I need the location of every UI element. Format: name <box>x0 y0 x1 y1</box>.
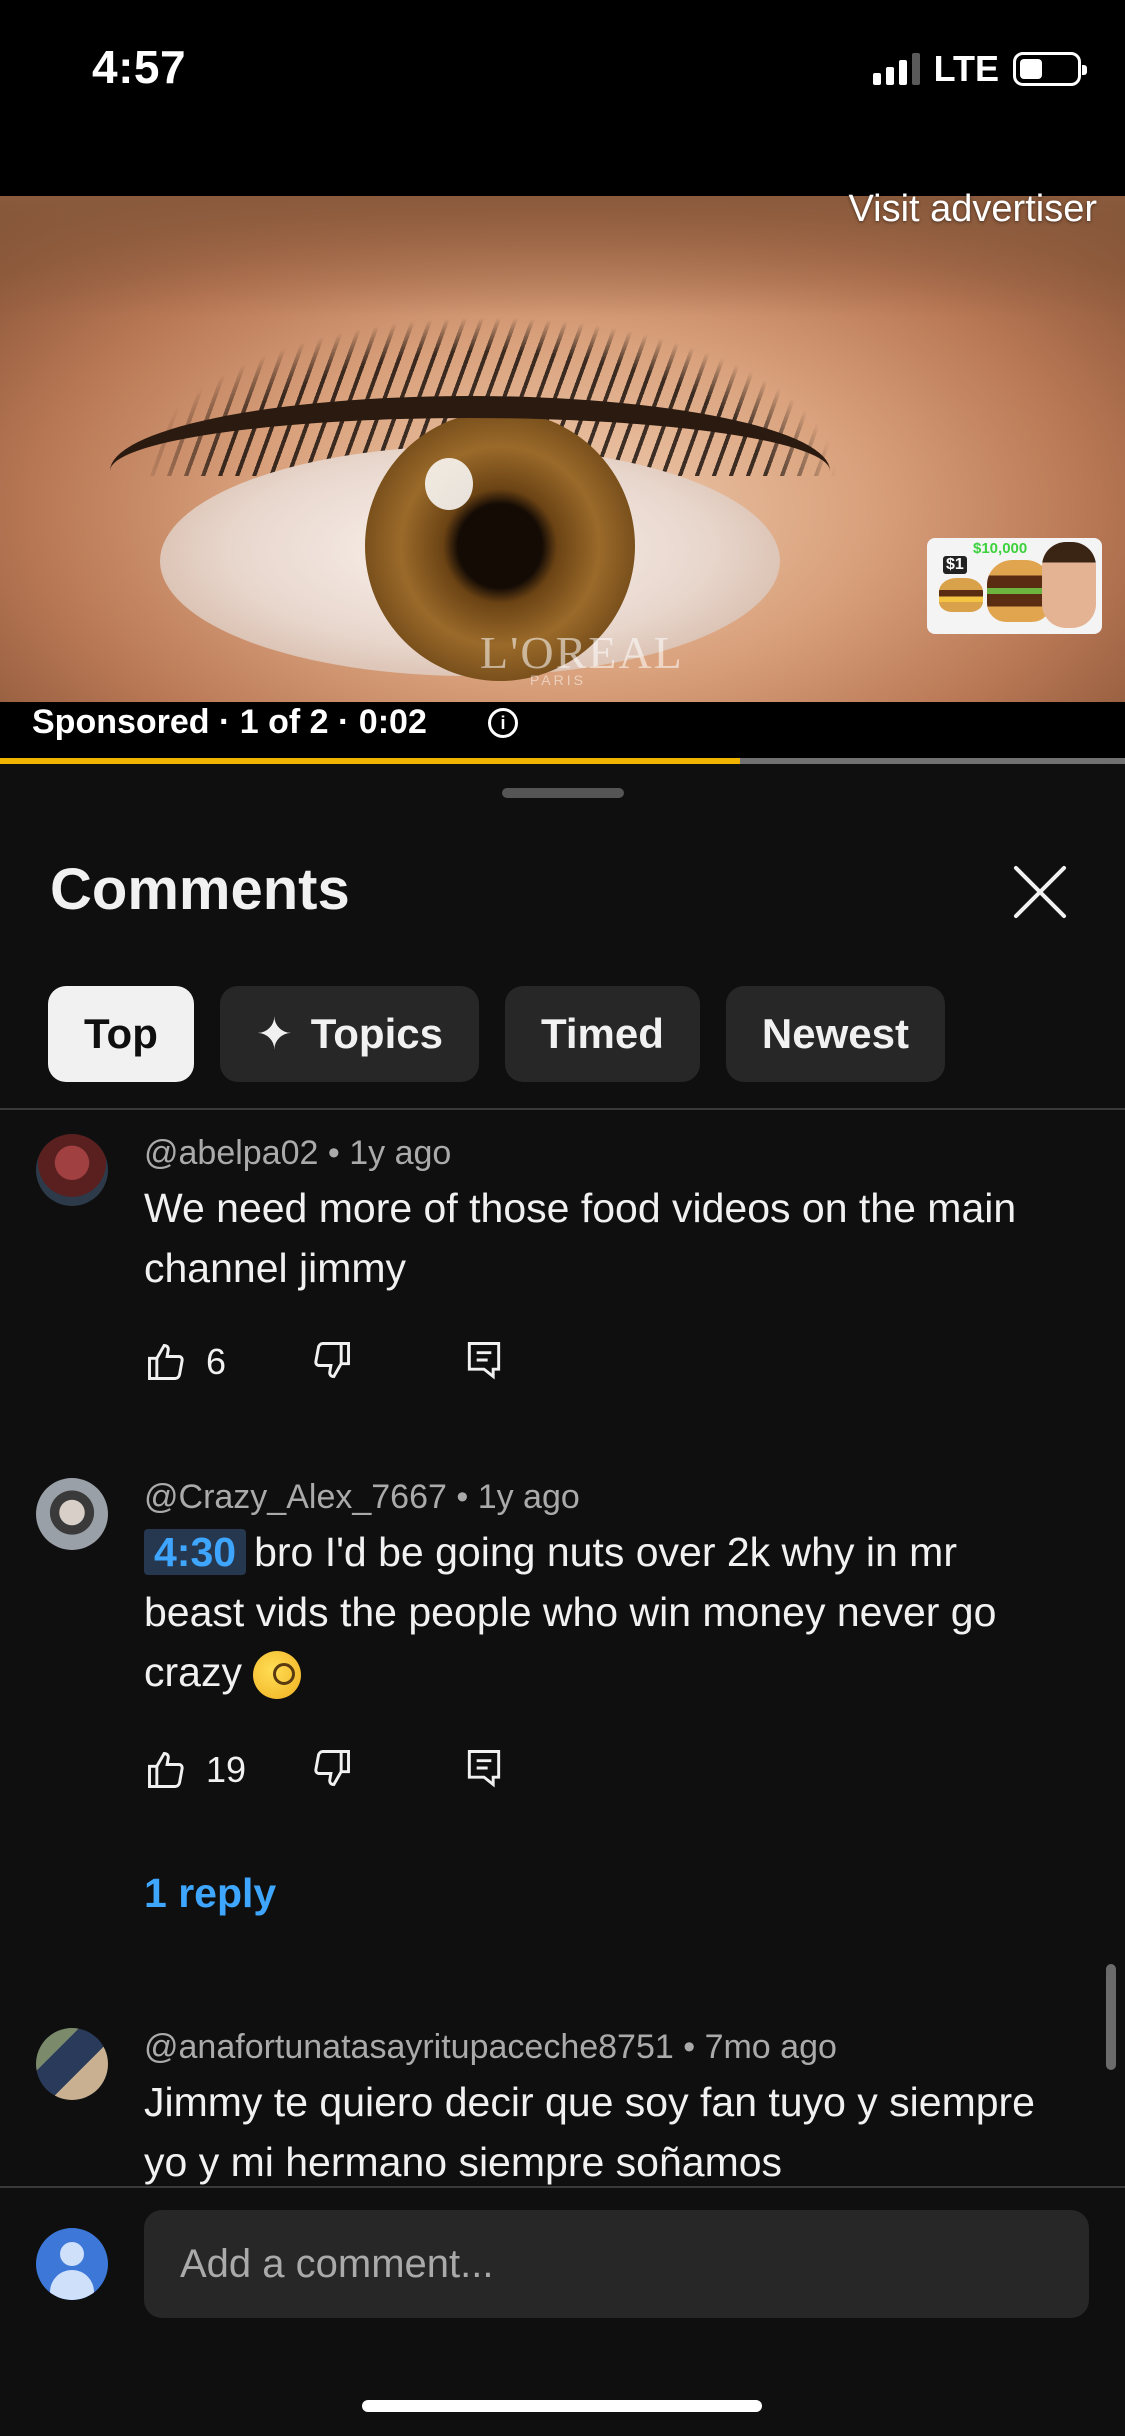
add-comment-input[interactable] <box>144 2210 1089 2318</box>
sparkle-icon: ✦ <box>255 1009 293 1059</box>
info-icon[interactable]: i <box>488 708 518 738</box>
filter-chip-topics[interactable]: ✦ Topics <box>219 986 479 1082</box>
reply-button[interactable] <box>462 1338 506 1387</box>
battery-level <box>1020 59 1043 79</box>
ad-thumbnail[interactable]: $1 $10,000 <box>927 538 1102 634</box>
drag-handle[interactable] <box>502 788 624 798</box>
comment-text: 4:30 bro I'd be going nuts over 2k why in… <box>144 1522 1064 1702</box>
dislike-button[interactable] <box>310 1338 462 1387</box>
filter-chip-label: Top <box>84 1010 158 1057</box>
comment-timestamp-link[interactable]: 4:30 <box>144 1529 247 1575</box>
thumbnail-price-low: $1 <box>943 556 967 574</box>
comment-actions: 6 <box>144 1332 506 1392</box>
ad-eyelid <box>110 396 830 546</box>
comment-reply-icon <box>467 1749 501 1788</box>
filter-chip-label: Topics <box>310 1010 443 1057</box>
comment-text: We need more of those food videos on the… <box>144 1185 1017 1291</box>
burger-small-image <box>939 578 983 612</box>
comment-author-time[interactable]: @Crazy_Alex_7667 • 1y ago <box>144 1478 580 1517</box>
thumbs-up-icon <box>148 1752 184 1788</box>
avatar-body <box>50 2270 94 2300</box>
thumbs-down-icon <box>314 1341 350 1378</box>
like-count: 6 <box>206 1341 227 1382</box>
comment-filter-chips: Top ✦ Topics Timed Newest <box>48 986 945 1082</box>
like-count: 19 <box>206 1749 247 1790</box>
signal-icon <box>872 53 920 85</box>
filter-chip-top[interactable]: Top <box>48 986 194 1082</box>
user-avatar-icon[interactable] <box>36 2228 108 2300</box>
sponsored-bar: Sponsored · 1 of 2 · 0:02 i <box>0 702 1125 758</box>
network-label: LTE <box>933 48 999 89</box>
status-indicators: LTE <box>872 48 1087 90</box>
avatar-head <box>60 2242 84 2266</box>
comment-composer <box>0 2186 1125 2436</box>
battery-icon <box>1013 52 1087 86</box>
thumbs-up-icon <box>148 1344 184 1380</box>
avatar[interactable] <box>36 1478 108 1550</box>
home-indicator <box>362 2400 762 2412</box>
visit-advertiser-link[interactable]: Visit advertiser <box>848 188 1097 231</box>
thumbnail-price-high: $10,000 <box>973 540 1028 557</box>
sponsored-label: Sponsored · 1 of 2 · 0:02 <box>32 703 427 741</box>
comment-author-time[interactable]: @abelpa02 • 1y ago <box>144 1134 451 1173</box>
divider <box>0 1108 1125 1110</box>
filter-chip-label: Newest <box>761 1010 909 1057</box>
reply-button[interactable] <box>462 1746 506 1795</box>
comments-title: Comments <box>50 857 350 922</box>
filter-chip-newest[interactable]: Newest <box>725 986 945 1082</box>
filter-chip-label: Timed <box>540 1010 664 1057</box>
close-icon[interactable] <box>1010 862 1070 922</box>
comment-actions: 19 <box>144 1740 506 1800</box>
creator-face-image <box>1042 542 1096 628</box>
filter-chip-timed[interactable]: Timed <box>504 986 700 1082</box>
avatar[interactable] <box>36 2028 108 2100</box>
status-bar: 4:57 LTE <box>0 0 1125 196</box>
comment-text: Jimmy te quiero decir que soy fan tuyo y… <box>144 2079 1035 2185</box>
status-time: 4:57 <box>92 41 187 93</box>
like-button[interactable]: 19 <box>144 1748 310 1792</box>
view-replies-link[interactable]: 1 reply <box>144 1870 276 1917</box>
thumbs-down-icon <box>314 1749 350 1786</box>
like-button[interactable]: 6 <box>144 1340 310 1384</box>
comment-author-time[interactable]: @anafortunatasayritupaceche8751 • 7mo ag… <box>144 2028 837 2067</box>
avatar[interactable] <box>36 1134 108 1206</box>
dislike-button[interactable] <box>310 1746 462 1795</box>
ad-brand-sub: PARIS <box>530 672 586 688</box>
comment-reply-icon <box>467 1341 501 1380</box>
monocle-face-emoji-icon <box>253 1651 302 1700</box>
scrollbar[interactable] <box>1106 1964 1116 2070</box>
